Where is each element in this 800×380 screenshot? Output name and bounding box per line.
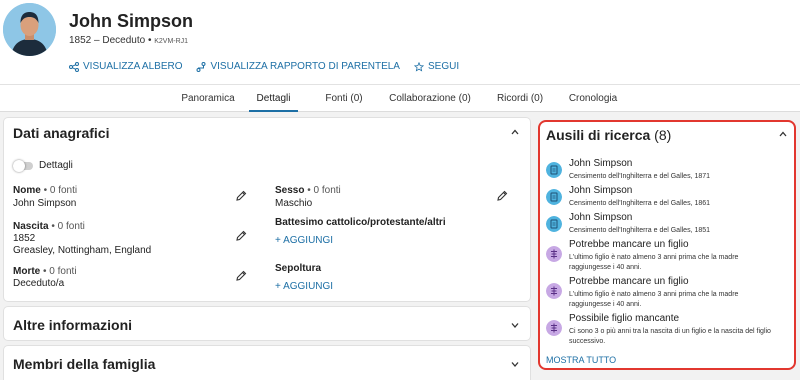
show-all-link[interactable]: MOSTRA TUTTO — [546, 355, 616, 365]
person-header: John Simpson 1852 – Deceduto • K2VM-RJ1 … — [0, 0, 800, 84]
chevron-down-icon[interactable] — [510, 359, 520, 369]
person-dates: 1852 – Deceduto — [69, 35, 146, 46]
name-sources: • 0 fonti — [43, 185, 78, 196]
research-title: Ausili di ricerca (8) — [546, 127, 671, 143]
person-id: K2VM-RJ1 — [154, 38, 189, 45]
death-value: Deceduto/a — [13, 278, 65, 289]
person-actions: VISUALIZZA ALBERO VISUALIZZA RAPPORTO DI… — [69, 61, 459, 72]
tab-memories[interactable]: Ricordi (0) — [492, 85, 548, 112]
birth-place-value: Greasley, Nottingham, England — [13, 245, 152, 256]
view-tree-link[interactable]: VISUALIZZA ALBERO — [69, 61, 182, 72]
tab-timeline[interactable]: Cronologia — [564, 85, 622, 112]
christening-label: Battesimo cattolico/protestante/altri — [275, 217, 446, 228]
view-relationship-label: VISUALIZZA RAPPORTO DI PARENTELA — [210, 61, 400, 72]
research-count: (8) — [654, 127, 672, 143]
sex-sources: • 0 fonti — [307, 185, 341, 196]
death-sources: • 0 fonti — [43, 266, 77, 277]
person-dates-line: 1852 – Deceduto • K2VM-RJ1 — [69, 35, 189, 46]
research-item-desc: Ci sono 3 o più anni tra la nascita di u… — [569, 328, 771, 345]
sex-value: Maschio — [275, 198, 313, 209]
star-icon — [413, 61, 424, 72]
research-item-title: Potrebbe mancare un figlio — [569, 239, 689, 250]
death-field-label: Morte • 0 fonti — [13, 266, 77, 277]
details-toggle[interactable] — [13, 160, 33, 172]
follow-link[interactable]: SEGUI — [413, 61, 460, 72]
person-silhouette-icon — [3, 3, 56, 56]
research-item-record[interactable]: John Simpson Censimento dell'Inghilterra… — [546, 212, 786, 236]
person-name: John Simpson — [69, 11, 194, 31]
burial-label: Sepoltura — [275, 263, 322, 274]
burial-field-label: Sepoltura — [275, 263, 321, 274]
follow-label: SEGUI — [427, 61, 460, 72]
chevron-up-icon[interactable] — [510, 127, 520, 137]
research-item-hint[interactable]: Potrebbe mancare un figlio L'ultimo figl… — [546, 239, 786, 273]
name-label: Nome — [13, 185, 41, 196]
research-title-text: Ausili di ricerca — [546, 127, 651, 143]
family-title: Membri della famiglia — [13, 356, 156, 372]
sex-field-label: Sesso • 0 fonti — [275, 185, 341, 196]
name-value: John Simpson — [13, 198, 77, 209]
birth-sources: • 0 fonti — [51, 221, 85, 232]
other-info-title: Altre informazioni — [13, 317, 133, 333]
tree-icon — [69, 61, 79, 72]
research-item-title: Possibile figlio mancante — [569, 313, 680, 324]
research-item-desc: L'ultimo figlio è nato almeno 3 anni pri… — [569, 291, 739, 308]
christening-field-label: Battesimo cattolico/protestante/altri — [275, 217, 446, 228]
sex-label: Sesso — [275, 185, 305, 196]
research-item-desc: Censimento dell'Inghilterra e del Galles… — [569, 173, 711, 180]
birth-label: Nascita — [13, 221, 49, 232]
edit-name-pencil-icon[interactable] — [235, 190, 247, 202]
add-christening-button[interactable]: + AGGIUNGI — [275, 235, 333, 246]
chevron-down-icon[interactable] — [510, 320, 520, 330]
view-relationship-link[interactable]: VISUALIZZA RAPPORTO DI PARENTELA — [196, 61, 400, 72]
view-tree-label: VISUALIZZA ALBERO — [83, 61, 183, 72]
tab-collaboration[interactable]: Collaborazione (0) — [384, 85, 476, 112]
research-item-title: John Simpson — [569, 158, 633, 169]
vitals-title: Dati anagrafici — [13, 125, 110, 141]
data-problem-icon — [546, 320, 562, 336]
chevron-up-icon[interactable] — [778, 129, 788, 139]
research-item-hint[interactable]: Potrebbe mancare un figlio L'ultimo figl… — [546, 276, 786, 310]
research-item-desc: L'ultimo figlio è nato almeno 3 anni pri… — [569, 254, 739, 271]
research-item-hint[interactable]: Possibile figlio mancante Ci sono 3 o pi… — [546, 313, 786, 347]
birth-field-label: Nascita • 0 fonti — [13, 221, 85, 232]
data-problem-icon — [546, 283, 562, 299]
research-item-record[interactable]: John Simpson Censimento dell'Inghilterra… — [546, 158, 786, 182]
name-field-label: Nome • 0 fonti — [13, 185, 77, 196]
tab-sources[interactable]: Fonti (0) — [320, 85, 368, 112]
research-item-title: John Simpson — [569, 212, 633, 223]
record-hint-icon — [546, 189, 562, 205]
vitals-card — [4, 118, 530, 301]
details-toggle-label: Dettagli — [39, 160, 73, 171]
tab-overview[interactable]: Panoramica — [176, 85, 240, 112]
add-burial-button[interactable]: + AGGIUNGI — [275, 281, 333, 292]
research-item-title: John Simpson — [569, 185, 633, 196]
tab-bar: Panoramica Dettagli Fonti (0) Collaboraz… — [0, 84, 800, 112]
research-item-title: Potrebbe mancare un figlio — [569, 276, 689, 287]
relationship-icon — [196, 61, 206, 72]
research-item-desc: Censimento dell'Inghilterra e del Galles… — [569, 200, 711, 207]
edit-birth-pencil-icon[interactable] — [235, 230, 247, 242]
edit-death-pencil-icon[interactable] — [235, 270, 247, 282]
research-helps-panel: Ausili di ricerca (8) John Simpson Censi… — [538, 120, 796, 370]
death-label: Morte — [13, 266, 41, 277]
research-item-desc: Censimento dell'Inghilterra e del Galles… — [569, 227, 711, 234]
data-problem-icon — [546, 246, 562, 262]
record-hint-icon — [546, 216, 562, 232]
edit-sex-pencil-icon[interactable] — [496, 190, 508, 202]
record-hint-icon — [546, 162, 562, 178]
avatar — [3, 3, 56, 56]
tab-details[interactable]: Dettagli — [249, 85, 298, 112]
research-item-record[interactable]: John Simpson Censimento dell'Inghilterra… — [546, 185, 786, 209]
